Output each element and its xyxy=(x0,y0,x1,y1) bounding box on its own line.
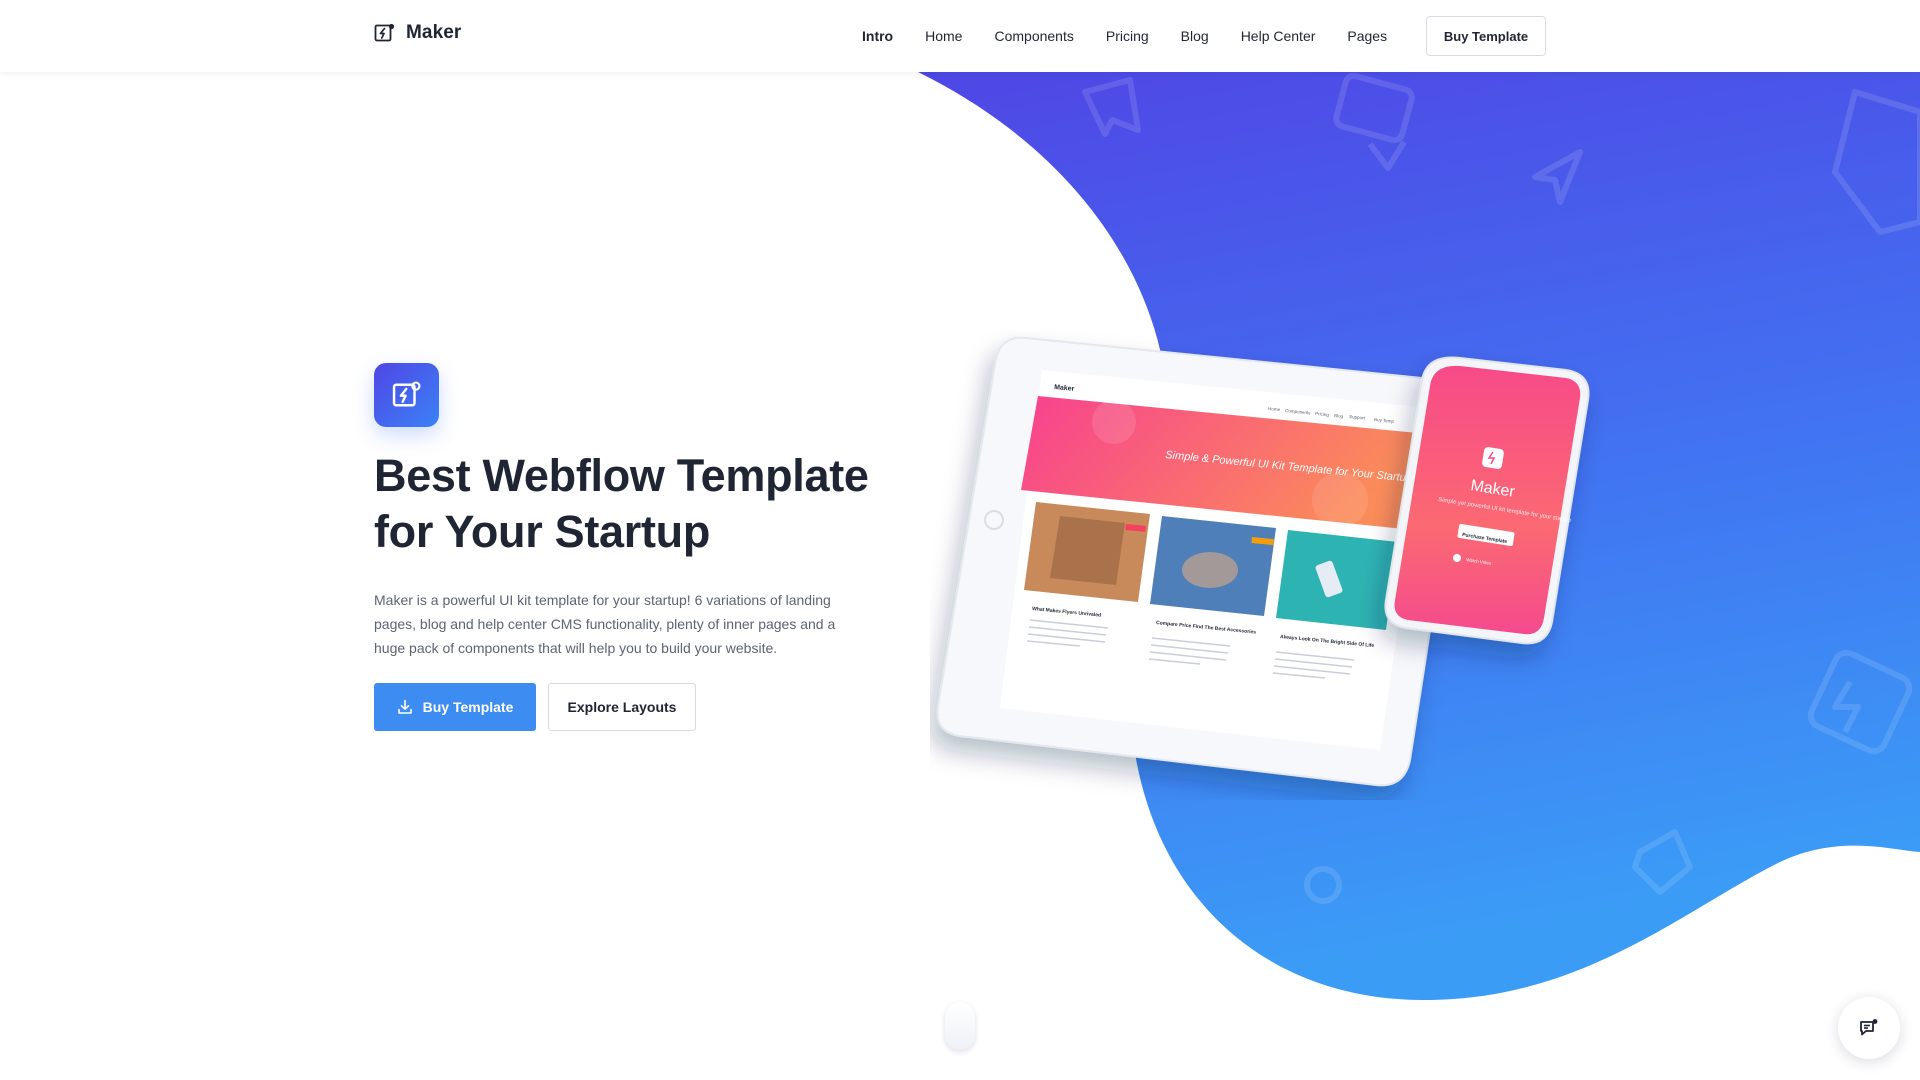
tablet-mockup: Maker Home Components Pricing Blog Suppo… xyxy=(936,336,1466,787)
explore-layouts-button[interactable]: Explore Layouts xyxy=(548,683,696,731)
nav-link-pricing[interactable]: Pricing xyxy=(1106,28,1149,44)
navbar: Maker Intro Home Components Pricing Blog… xyxy=(0,0,1920,72)
main-nav: Intro Home Components Pricing Blog Help … xyxy=(862,0,1419,72)
download-icon xyxy=(397,699,412,714)
device-mockup: Maker Home Components Pricing Blog Suppo… xyxy=(936,336,1590,787)
brand-name: Maker xyxy=(406,22,462,43)
buy-template-button-label: Buy Template xyxy=(422,699,514,715)
nav-link-home[interactable]: Home xyxy=(925,28,962,44)
nav-link-blog[interactable]: Blog xyxy=(1181,28,1209,44)
nav-link-pages[interactable]: Pages xyxy=(1347,28,1387,44)
plus-circle-icon xyxy=(1467,1009,1553,1080)
hero-logo-tile xyxy=(374,363,439,427)
nav-link-components[interactable]: Components xyxy=(994,28,1073,44)
hero-description: Maker is a powerful UI kit template for … xyxy=(374,592,836,656)
nav-link-intro[interactable]: Intro xyxy=(862,28,893,44)
nav-buy-template-button[interactable]: Buy Template xyxy=(1426,16,1546,56)
maker-logo-icon xyxy=(374,23,395,42)
svg-text:Blog: Blog xyxy=(1334,413,1344,419)
maker-logo-icon xyxy=(392,381,420,407)
chat-button[interactable] xyxy=(1838,997,1900,1059)
hero-title: Best Webflow Template for Your Startup xyxy=(374,450,869,557)
scroll-mouse-icon xyxy=(945,1002,975,1050)
nav-link-help-center[interactable]: Help Center xyxy=(1241,28,1316,44)
chat-icon xyxy=(1860,1019,1878,1036)
buy-template-button[interactable]: Buy Template xyxy=(374,683,536,731)
brand-link[interactable]: Maker xyxy=(374,22,461,44)
